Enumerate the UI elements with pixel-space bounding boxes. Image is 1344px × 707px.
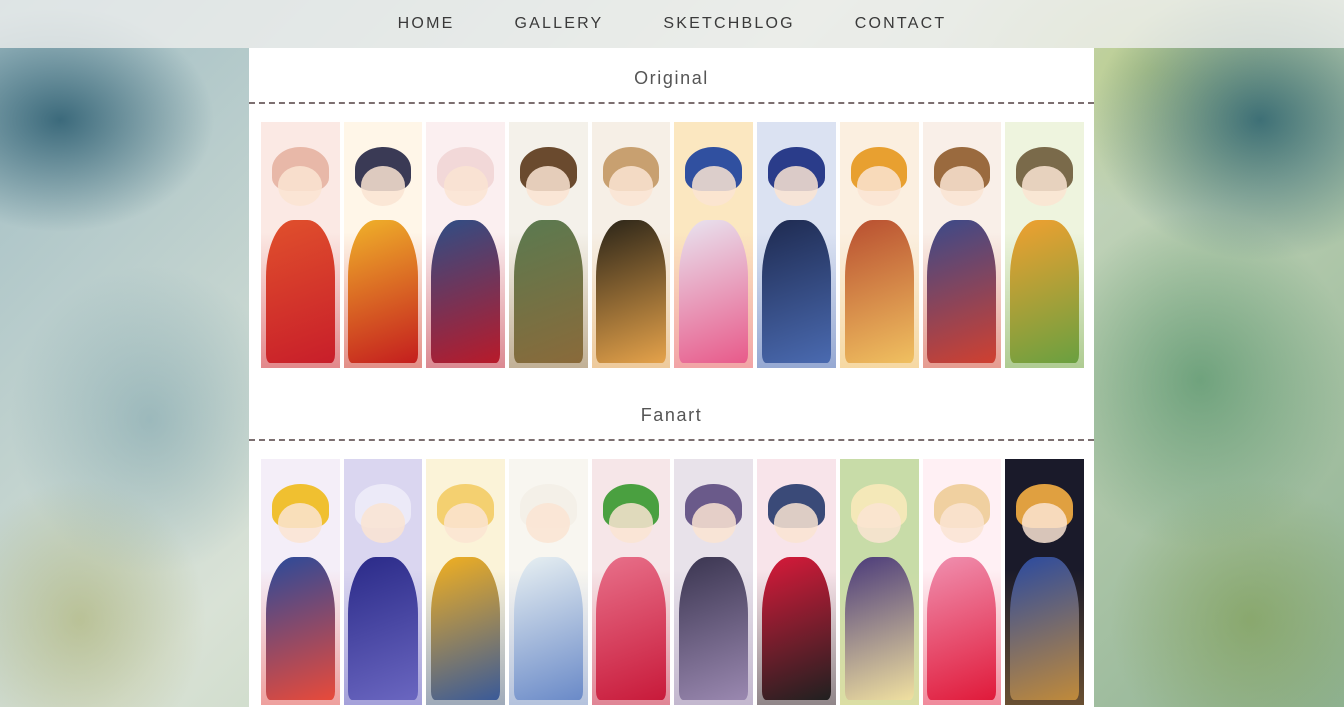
original-artwork-thumbnail[interactable] (757, 122, 836, 368)
fanart-artwork-thumbnail[interactable] (591, 459, 671, 705)
fanart-artwork-thumbnail[interactable] (757, 459, 836, 705)
nav-contact-link[interactable]: CONTACT (825, 15, 977, 33)
original-artwork-thumbnail[interactable] (426, 122, 506, 368)
artwork-face-shape (774, 166, 819, 206)
artwork-body-shape (1009, 220, 1080, 364)
original-artwork-row (249, 122, 1094, 368)
original-artwork-thumbnail[interactable] (674, 122, 754, 368)
artwork-body-shape (679, 557, 749, 701)
nav-gallery-link[interactable]: GALLERY (484, 15, 633, 33)
artwork-face-shape (1022, 166, 1067, 206)
original-artwork-thumbnail[interactable] (922, 122, 1002, 368)
artwork-body-shape (431, 557, 501, 701)
original-artwork-thumbnail[interactable] (591, 122, 671, 368)
artwork-face-shape (360, 503, 406, 543)
artwork-body-shape (679, 220, 749, 364)
artwork-face-shape (360, 166, 406, 206)
artwork-face-shape (443, 503, 488, 543)
artwork-body-shape (431, 220, 501, 364)
artwork-face-shape (939, 166, 984, 206)
original-artwork-thumbnail[interactable] (509, 122, 588, 368)
artwork-face-shape (609, 166, 654, 206)
artwork-face-shape (609, 503, 654, 543)
artwork-face-shape (691, 166, 736, 206)
artwork-face-shape (526, 166, 571, 206)
nav-home-link[interactable]: HOME (368, 15, 485, 33)
nav-sketchblog-link[interactable]: SKETCHBLOG (633, 15, 824, 33)
original-artwork-thumbnail[interactable] (261, 122, 340, 368)
artwork-body-shape (927, 557, 997, 701)
artwork-body-shape (844, 557, 914, 701)
artwork-body-shape (596, 557, 666, 701)
fanart-artwork-thumbnail[interactable] (343, 459, 423, 705)
fanart-artwork-thumbnail[interactable] (426, 459, 506, 705)
artwork-body-shape (927, 220, 997, 364)
original-artwork-thumbnail[interactable] (343, 122, 423, 368)
fanart-artwork-thumbnail[interactable] (1005, 459, 1084, 705)
artwork-body-shape (596, 220, 666, 364)
artwork-body-shape (513, 557, 584, 701)
artwork-face-shape (278, 503, 323, 543)
fanart-artwork-row (249, 459, 1094, 705)
section-title-fanart: Fanart (249, 385, 1094, 441)
artwork-body-shape (761, 557, 832, 701)
artwork-face-shape (857, 166, 902, 206)
artwork-face-shape (1022, 503, 1067, 543)
fanart-artwork-thumbnail[interactable] (839, 459, 919, 705)
top-navigation: HOME GALLERY SKETCHBLOG CONTACT (0, 0, 1344, 48)
artwork-body-shape (265, 220, 335, 364)
fanart-artwork-thumbnail[interactable] (261, 459, 340, 705)
artwork-body-shape (513, 220, 584, 364)
artwork-face-shape (443, 166, 488, 206)
artwork-face-shape (691, 503, 736, 543)
section-title-original: Original (249, 48, 1094, 104)
original-artwork-thumbnail[interactable] (1005, 122, 1084, 368)
artwork-face-shape (939, 503, 984, 543)
artwork-body-shape (265, 557, 335, 701)
fanart-artwork-thumbnail[interactable] (674, 459, 754, 705)
artwork-body-shape (761, 220, 832, 364)
artwork-body-shape (348, 220, 418, 364)
artwork-body-shape (844, 220, 914, 364)
artwork-body-shape (1009, 557, 1080, 701)
artwork-face-shape (278, 166, 323, 206)
fanart-artwork-thumbnail[interactable] (922, 459, 1002, 705)
gallery-panel: Original Fanart (249, 48, 1094, 707)
artwork-face-shape (857, 503, 902, 543)
artwork-face-shape (774, 503, 819, 543)
artwork-body-shape (348, 557, 418, 701)
fanart-artwork-thumbnail[interactable] (509, 459, 588, 705)
artwork-face-shape (526, 503, 571, 543)
original-artwork-thumbnail[interactable] (839, 122, 919, 368)
